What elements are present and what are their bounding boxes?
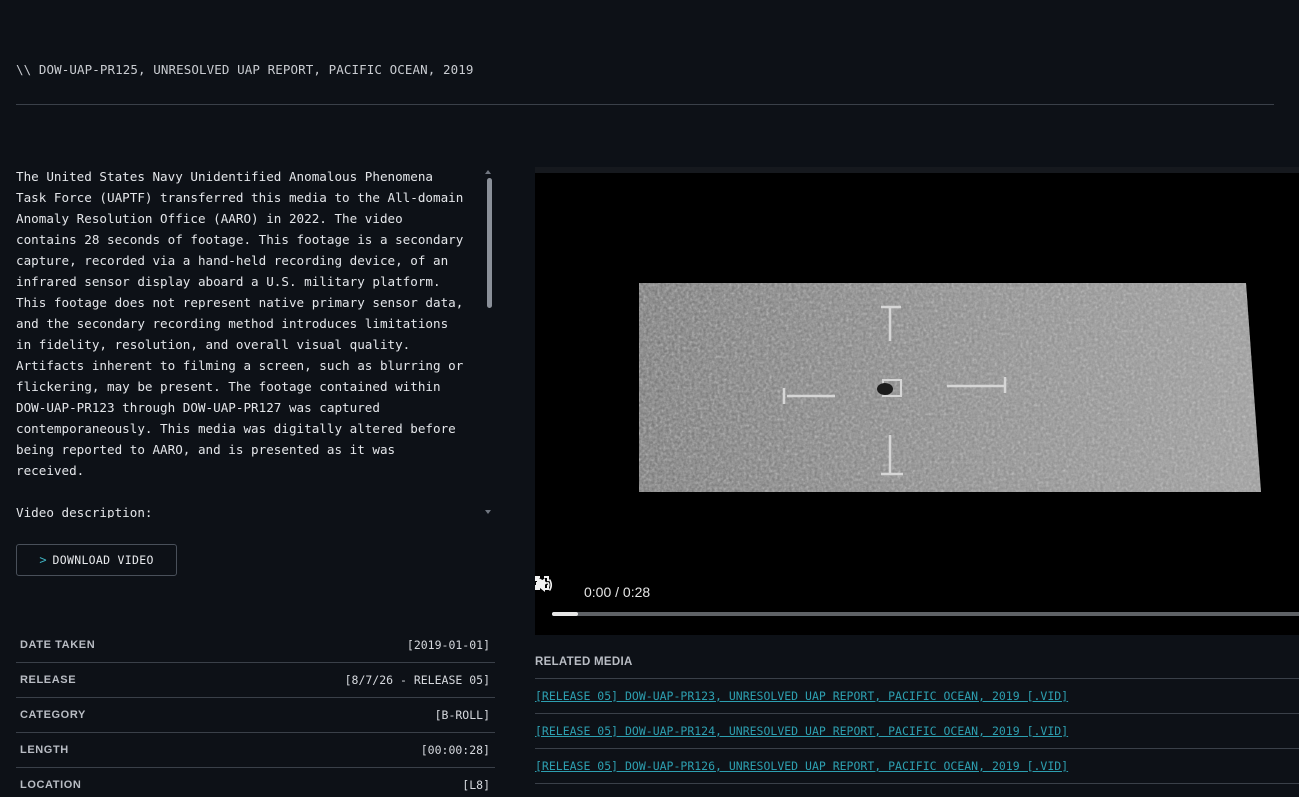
metadata-row-category: CATEGORY [B-ROLL] — [16, 698, 495, 733]
video-frame[interactable] — [535, 173, 1299, 635]
download-video-label: DOWNLOAD VIDEO — [52, 553, 154, 567]
video-description-label: Video description: — [16, 505, 153, 518]
metadata-key: RELEASE — [20, 674, 77, 686]
description-text: The United States Navy Unidentified Anom… — [16, 169, 464, 478]
related-media-link[interactable]: [RELEASE 05] DOW-UAP-PR124, UNRESOLVED U… — [535, 724, 1068, 738]
metadata-row-date-taken: DATE TAKEN [2019-01-01] — [16, 628, 495, 663]
scroll-down-arrow-icon[interactable] — [485, 510, 491, 514]
related-media-title: RELATED MEDIA — [535, 652, 1299, 679]
unidentified-object — [877, 383, 893, 395]
page-title: \\ DOW-UAP-PR125, UNRESOLVED UAP REPORT,… — [16, 62, 474, 77]
metadata-value: [L8] — [462, 778, 490, 792]
metadata-key: DATE TAKEN — [20, 639, 96, 651]
video-progress-fill — [552, 612, 578, 616]
description-panel[interactable]: The United States Navy Unidentified Anom… — [16, 166, 494, 518]
video-controls: 0:00 / 0:28 — [535, 576, 1299, 622]
video-player[interactable]: 0:00 / 0:28 — [535, 167, 1299, 635]
download-video-button[interactable]: > DOWNLOAD VIDEO — [16, 544, 177, 576]
page-header: \\ DOW-UAP-PR125, UNRESOLVED UAP REPORT,… — [16, 62, 1274, 105]
metadata-value: [00:00:28] — [420, 743, 490, 757]
related-media-section: RELATED MEDIA [RELEASE 05] DOW-UAP-PR123… — [535, 652, 1299, 784]
chevron-right-icon: > — [39, 553, 47, 567]
related-media-item: [RELEASE 05] DOW-UAP-PR126, UNRESOLVED U… — [535, 749, 1299, 784]
scroll-up-arrow-icon[interactable] — [485, 170, 491, 174]
related-media-item: [RELEASE 05] DOW-UAP-PR123, UNRESOLVED U… — [535, 679, 1299, 714]
metadata-row-location: LOCATION [L8] — [16, 768, 495, 797]
ir-screen-capture — [639, 283, 1261, 492]
video-progress-bar[interactable] — [552, 612, 1299, 616]
metadata-key: CATEGORY — [20, 709, 86, 721]
scrollbar-thumb[interactable] — [487, 178, 492, 308]
time-display: 0:00 / 0:28 — [584, 584, 651, 600]
metadata-table: DATE TAKEN [2019-01-01] RELEASE [8/7/26 … — [16, 628, 495, 797]
metadata-row-length: LENGTH [00:00:28] — [16, 733, 495, 768]
related-media-item: [RELEASE 05] DOW-UAP-PR124, UNRESOLVED U… — [535, 714, 1299, 749]
related-media-link[interactable]: [RELEASE 05] DOW-UAP-PR126, UNRESOLVED U… — [535, 759, 1068, 773]
metadata-value: [8/7/26 - RELEASE 05] — [344, 673, 490, 687]
metadata-value: [2019-01-01] — [406, 638, 490, 652]
page: \\ DOW-UAP-PR125, UNRESOLVED UAP REPORT,… — [0, 0, 1299, 797]
description-scrollbar[interactable] — [484, 166, 494, 518]
metadata-row-release: RELEASE [8/7/26 - RELEASE 05] — [16, 663, 495, 698]
metadata-key: LENGTH — [20, 744, 69, 756]
metadata-value: [B-ROLL] — [434, 708, 490, 722]
fullscreen-icon[interactable] — [535, 576, 549, 590]
related-media-link[interactable]: [RELEASE 05] DOW-UAP-PR123, UNRESOLVED U… — [535, 689, 1068, 703]
metadata-key: LOCATION — [20, 779, 82, 791]
